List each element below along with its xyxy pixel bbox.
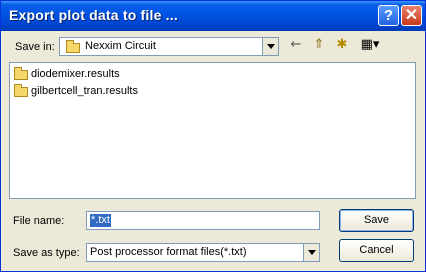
save-in-dropdown[interactable]: Nexxim Circuit [59, 37, 279, 56]
cancel-button[interactable]: Cancel [339, 239, 414, 262]
save-as-type-value: Post processor format files(*.txt) [90, 246, 247, 258]
help-icon: ? [383, 7, 394, 24]
file-name-value: *.txt [90, 214, 111, 227]
save-in-value: Nexxim Circuit [85, 40, 156, 52]
title-bar[interactable]: Export plot data to file ... ? ✕ [1, 1, 425, 31]
view-menu-icon[interactable]: ▦▾ [357, 37, 383, 53]
list-item-label: gilbertcell_tran.results [31, 85, 138, 97]
folder-icon [14, 84, 28, 97]
help-button[interactable]: ? [378, 5, 399, 26]
up-folder-icon[interactable]: ⇑ [310, 37, 328, 53]
save-button[interactable]: Save [339, 209, 414, 232]
folder-icon [66, 40, 80, 53]
file-name-label: File name: [13, 215, 65, 227]
chevron-down-icon[interactable] [262, 38, 278, 55]
save-as-type-dropdown[interactable]: Post processor format files(*.txt) [86, 243, 320, 262]
folder-icon [14, 67, 28, 80]
list-item-label: diodemixer.results [31, 68, 120, 80]
close-button[interactable]: ✕ [401, 5, 422, 26]
chevron-down-icon[interactable] [303, 244, 319, 261]
dialog-title: Export plot data to file ... [9, 7, 178, 23]
back-icon[interactable]: ← [287, 37, 305, 53]
file-name-input[interactable]: *.txt [86, 211, 320, 230]
save-in-label: Save in: [15, 41, 55, 53]
close-icon: ✕ [404, 7, 419, 24]
export-dialog: Export plot data to file ... ? ✕ Save in… [0, 0, 426, 272]
new-folder-icon[interactable]: ✱ [333, 37, 351, 53]
file-list[interactable]: diodemixer.results gilbertcell_tran.resu… [9, 62, 416, 199]
save-as-type-label: Save as type: [13, 247, 80, 259]
